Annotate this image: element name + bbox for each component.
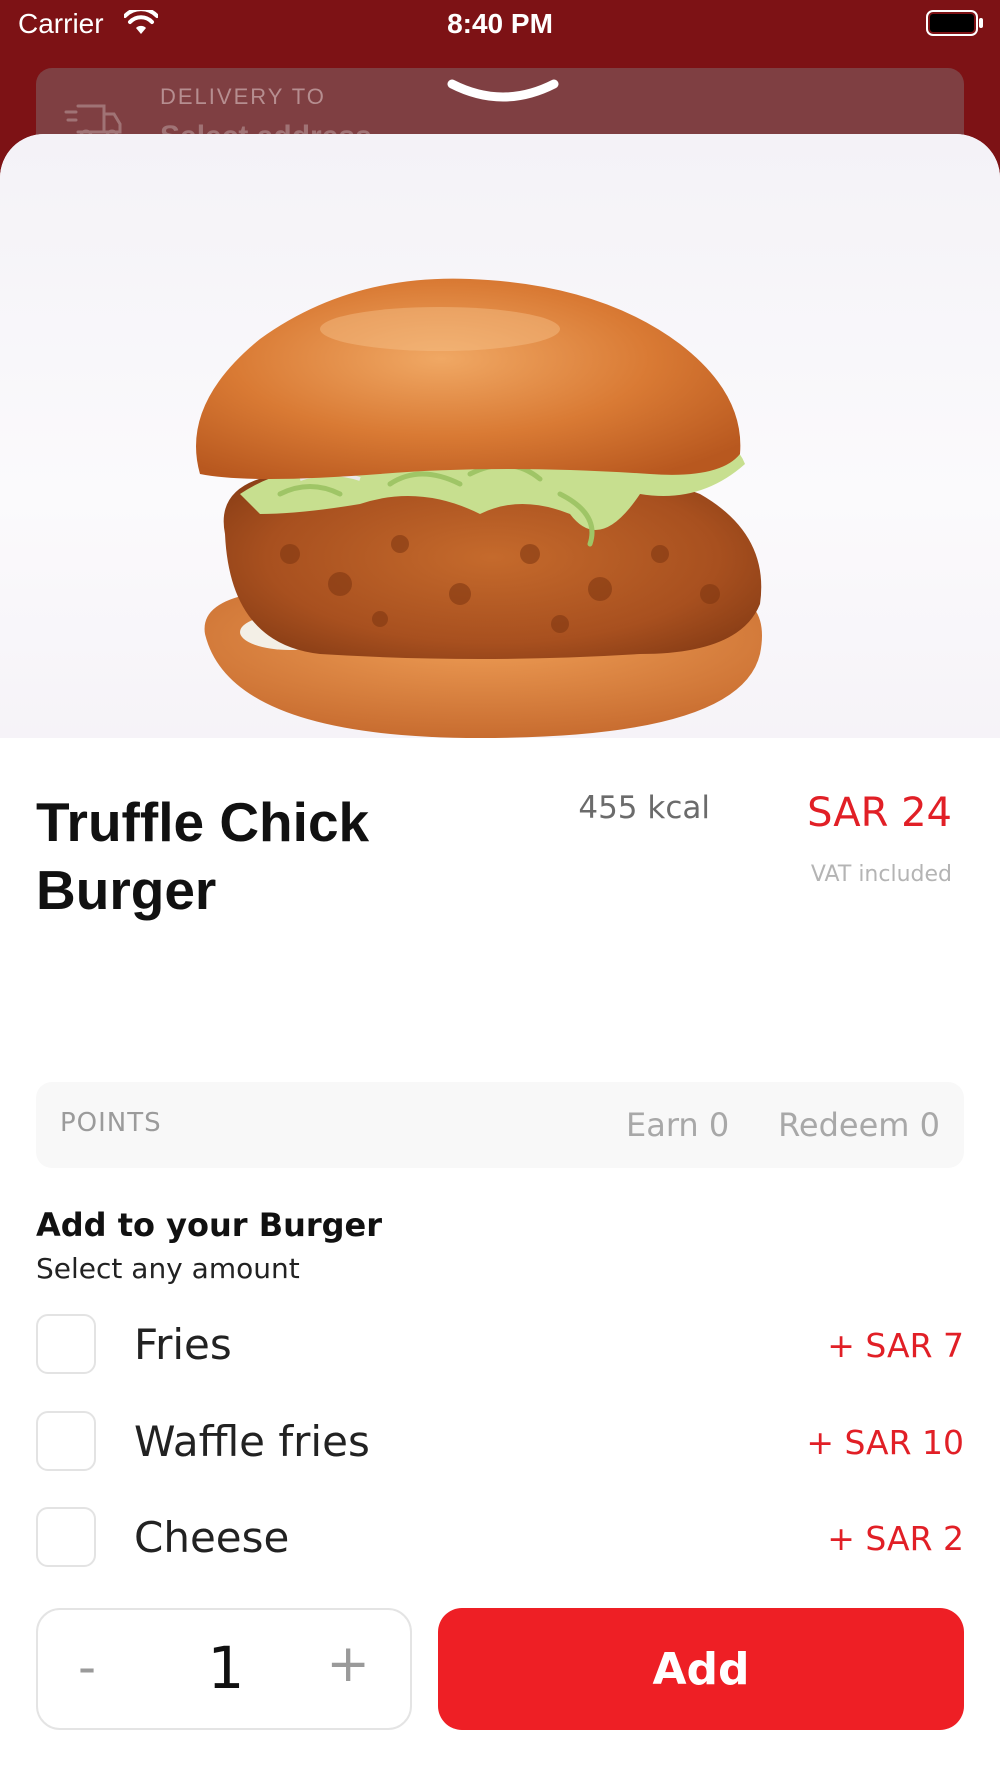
addon-option-fries[interactable]: Fries + SAR 7 <box>36 1314 964 1376</box>
status-time: 8:40 PM <box>447 8 553 39</box>
points-redeem: Redeem 0 <box>778 1106 940 1144</box>
vat-note: VAT included <box>810 862 952 887</box>
option-label: Fries <box>134 1320 232 1369</box>
points-label: POINTS <box>60 1108 162 1138</box>
increase-quantity-button[interactable]: + <box>326 1634 370 1694</box>
status-bar: Carrier 8:40 PM <box>0 0 1000 52</box>
add-to-cart-button[interactable]: Add <box>438 1608 964 1730</box>
battery-icon <box>926 10 983 36</box>
delivery-label: DELIVERY TO <box>160 84 326 109</box>
addons-title: Add to your Burger <box>36 1206 383 1244</box>
waffle-fries-checkbox[interactable] <box>36 1411 96 1471</box>
points-bar: POINTS Earn 0 Redeem 0 <box>36 1082 964 1168</box>
option-price: + SAR 7 <box>827 1326 964 1365</box>
addon-option-cheese[interactable]: Cheese + SAR 2 <box>36 1507 964 1569</box>
product-image <box>0 134 1000 738</box>
burger-illustration <box>196 278 762 738</box>
option-label: Waffle fries <box>134 1417 370 1466</box>
product-name: Truffle Chick Burger <box>36 791 370 921</box>
calories-label: 455 kcal <box>578 790 710 826</box>
points-earn: Earn 0 <box>626 1106 730 1144</box>
option-label: Cheese <box>134 1513 290 1562</box>
quantity-stepper: - 1 + <box>36 1608 412 1730</box>
fries-checkbox[interactable] <box>36 1314 96 1374</box>
addons-subtitle: Select any amount <box>36 1252 300 1285</box>
option-price: + SAR 2 <box>827 1519 964 1558</box>
cheese-checkbox[interactable] <box>36 1507 96 1567</box>
chevron-down-icon[interactable] <box>446 76 560 108</box>
option-price: + SAR 10 <box>806 1423 964 1462</box>
product-price: SAR 24 <box>807 790 952 836</box>
addon-option-waffle-fries[interactable]: Waffle fries + SAR 10 <box>36 1411 964 1473</box>
